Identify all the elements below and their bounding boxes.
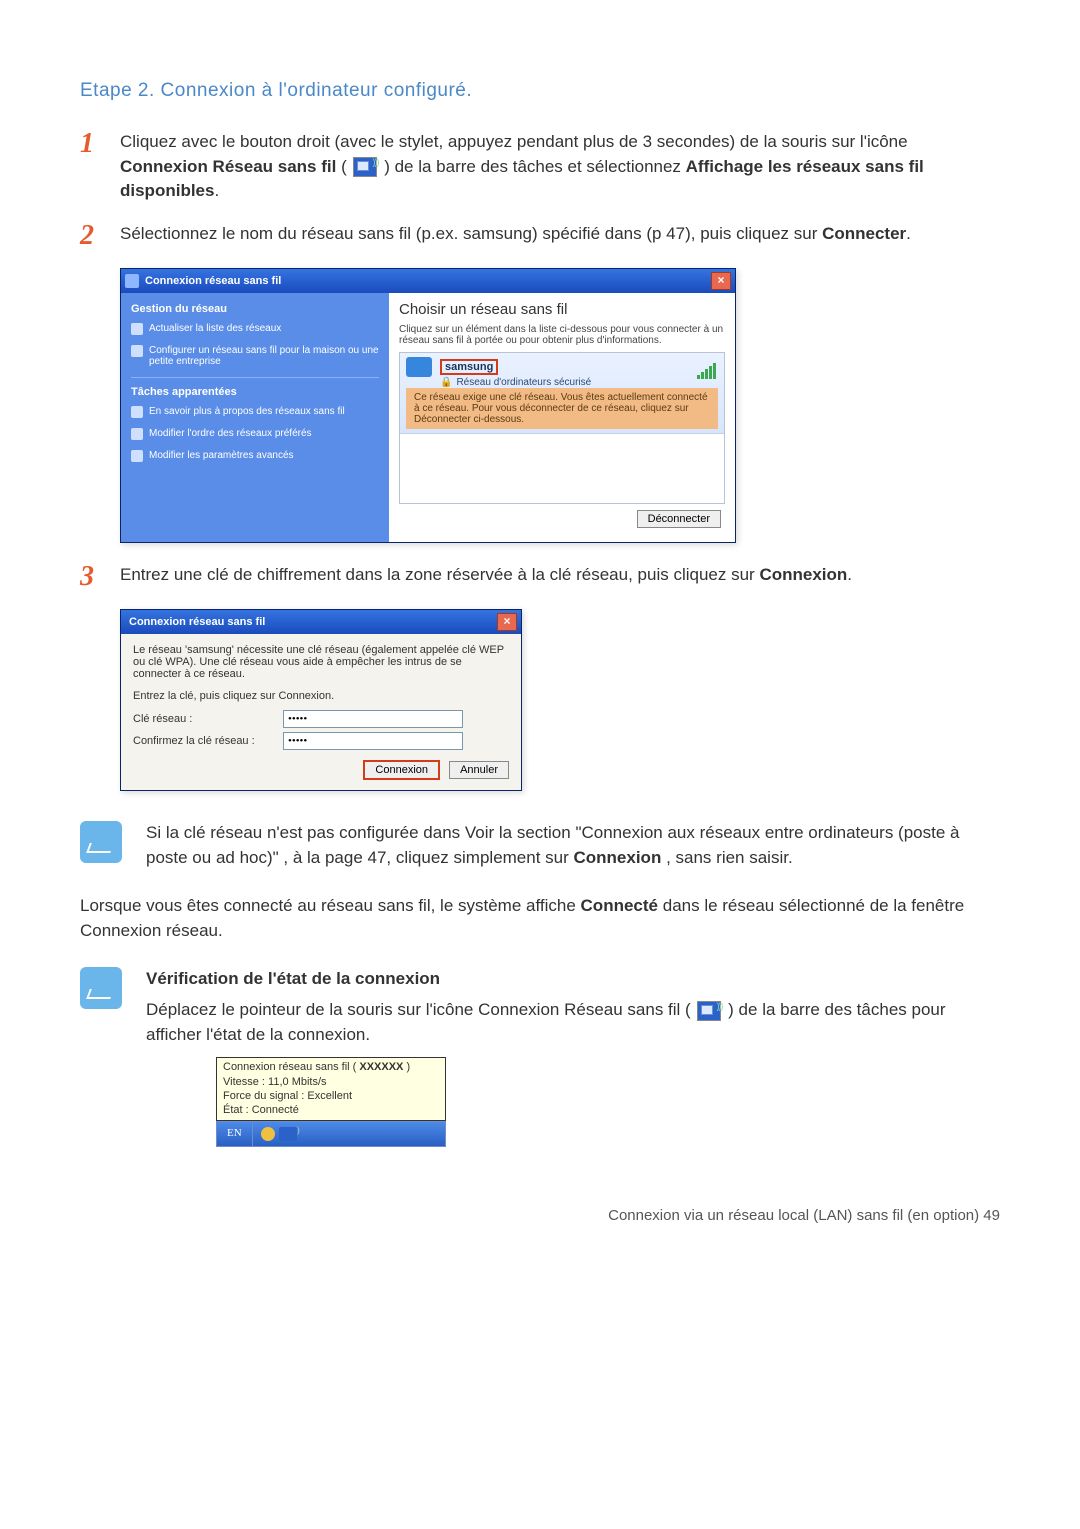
network-icon — [406, 357, 432, 377]
step-number-2: 2 — [80, 222, 120, 250]
note1-text-b: , sans rien saisir. — [666, 848, 793, 867]
step1-text-a: Cliquez avec le bouton droit (avec le st… — [120, 132, 908, 151]
note-icon — [80, 821, 122, 863]
confirm-key-label: Confirmez la clé réseau : — [133, 735, 283, 747]
sidebar-head-2: Tâches apparentées — [131, 386, 379, 398]
step2-end: . — [906, 224, 911, 243]
tooltip-line1-c: ) — [403, 1061, 410, 1073]
sidebar-advanced-label: Modifier les paramètres avancés — [149, 450, 294, 462]
note-icon — [80, 967, 122, 1009]
taskbar: EN — [216, 1121, 446, 1147]
sidebar-refresh-label: Actualiser la liste des réseaux — [149, 323, 281, 335]
step1-paren-open: ( — [341, 157, 351, 176]
wireless-tray-icon — [697, 1001, 721, 1021]
tooltip-state: État : Connecté — [223, 1103, 439, 1117]
step2-connect: Connecter — [822, 224, 906, 243]
network-message: Ce réseau exige une clé réseau. Vous ête… — [406, 388, 718, 429]
close-icon[interactable]: × — [497, 613, 517, 631]
sidebar-refresh-link[interactable]: Actualiser la liste des réseaux — [131, 323, 379, 335]
sidebar-head-1: Gestion du réseau — [131, 303, 379, 315]
choose-network-heading: Choisir un réseau sans fil — [399, 301, 725, 318]
dialog1-title-icon — [125, 274, 139, 288]
step3-connect: Connexion — [759, 565, 847, 584]
network-key-dialog: Connexion réseau sans fil × Le réseau 's… — [120, 609, 522, 791]
note-no-key: Si la clé réseau n'est pas configurée da… — [80, 821, 1000, 870]
sidebar-advanced-link[interactable]: Modifier les paramètres avancés — [131, 450, 379, 462]
dialog2-instr: Entrez la clé, puis cliquez sur Connexio… — [133, 690, 509, 702]
dialog1-titlebar: Connexion réseau sans fil × — [121, 269, 735, 293]
network-key-input[interactable] — [283, 710, 463, 728]
tooltip-signal: Force du signal : Excellent — [223, 1089, 439, 1103]
step-number-3: 3 — [80, 563, 120, 591]
sidebar-order-label: Modifier l'ordre des réseaux préférés — [149, 428, 312, 440]
step3-end: . — [847, 565, 852, 584]
note1-text-a: Si la clé réseau n'est pas configurée da… — [146, 823, 960, 867]
step1-paren-close: ) de la barre des tâches et sélectionnez — [384, 157, 685, 176]
note1-bold: Connexion — [574, 848, 662, 867]
network-list: samsung 🔒 Réseau d'ordinateurs sécurisé … — [399, 352, 725, 504]
signal-strength-icon — [697, 363, 716, 379]
step-2: 2 Sélectionnez le nom du réseau sans fil… — [80, 222, 1000, 250]
tooltip-speed: Vitesse : 11,0 Mbits/s — [223, 1075, 439, 1089]
page-footer: Connexion via un réseau local (LAN) sans… — [80, 1207, 1000, 1224]
connected-bold: Connecté — [581, 896, 658, 915]
confirm-key-input[interactable] — [283, 732, 463, 750]
step-1: 1 Cliquez avec le bouton droit (avec le … — [80, 130, 1000, 204]
check-status-title: Vérification de l'état de la connexion — [146, 967, 1000, 992]
dialog2-title: Connexion réseau sans fil — [125, 616, 497, 628]
tooltip-ssid: XXXXXX — [359, 1061, 403, 1073]
sidebar-learn-link[interactable]: En savoir plus à propos des réseaux sans… — [131, 406, 379, 418]
dialog1-title: Connexion réseau sans fil — [145, 275, 711, 287]
info-icon — [131, 406, 143, 418]
star-icon — [131, 428, 143, 440]
check-text-a: Déplacez le pointeur de la souris sur l'… — [146, 1000, 695, 1019]
step-number-1: 1 — [80, 130, 120, 158]
network-key-label: Clé réseau : — [133, 713, 283, 725]
cancel-button[interactable]: Annuler — [449, 761, 509, 779]
network-type: Réseau d'ordinateurs sécurisé — [456, 377, 591, 388]
choose-network-dialog: Connexion réseau sans fil × Gestion du r… — [120, 268, 736, 543]
tooltip-line1-a: Connexion réseau sans fil ( — [223, 1061, 359, 1073]
status-tooltip: Connexion réseau sans fil ( XXXXXX ) Vit… — [216, 1057, 446, 1120]
gear-icon — [131, 450, 143, 462]
connect-button[interactable]: Connexion — [363, 760, 440, 780]
close-icon[interactable]: × — [711, 272, 731, 290]
refresh-icon — [131, 323, 143, 335]
step3-text: Entrez une clé de chiffrement dans la zo… — [120, 565, 759, 584]
section-title: Etape 2. Connexion à l'ordinateur config… — [80, 80, 1000, 102]
sidebar-setup-label: Configurer un réseau sans fil pour la ma… — [149, 345, 379, 367]
step1-end: . — [214, 181, 219, 200]
wireless-tray-icon — [353, 157, 377, 177]
connected-text-a: Lorsque vous êtes connecté au réseau san… — [80, 896, 581, 915]
choose-network-sub: Cliquez sur un élément dans la liste ci-… — [399, 324, 725, 346]
sidebar-order-link[interactable]: Modifier l'ordre des réseaux préférés — [131, 428, 379, 440]
setup-icon — [131, 345, 143, 357]
step2-text: Sélectionnez le nom du réseau sans fil (… — [120, 224, 822, 243]
note-check-status: Vérification de l'état de la connexion D… — [80, 967, 1000, 1146]
wireless-tray-icon[interactable] — [279, 1127, 297, 1141]
step1-icon-label: Connexion Réseau sans fil — [120, 157, 336, 176]
lock-icon: 🔒 — [440, 377, 452, 388]
taskbar-lang[interactable]: EN — [217, 1122, 253, 1146]
network-item-samsung[interactable]: samsung 🔒 Réseau d'ordinateurs sécurisé … — [400, 353, 724, 434]
network-name: samsung — [440, 359, 498, 375]
disconnect-button[interactable]: Déconnecter — [637, 510, 721, 528]
dialog2-titlebar: Connexion réseau sans fil × — [121, 610, 521, 634]
dialog1-sidebar: Gestion du réseau Actualiser la liste de… — [121, 293, 389, 542]
shield-icon[interactable] — [261, 1127, 275, 1141]
sidebar-setup-link[interactable]: Configurer un réseau sans fil pour la ma… — [131, 345, 379, 367]
sidebar-learn-label: En savoir plus à propos des réseaux sans… — [149, 406, 345, 418]
dialog2-desc: Le réseau 'samsung' nécessite une clé ré… — [133, 644, 509, 680]
step-3: 3 Entrez une clé de chiffrement dans la … — [80, 563, 1000, 591]
